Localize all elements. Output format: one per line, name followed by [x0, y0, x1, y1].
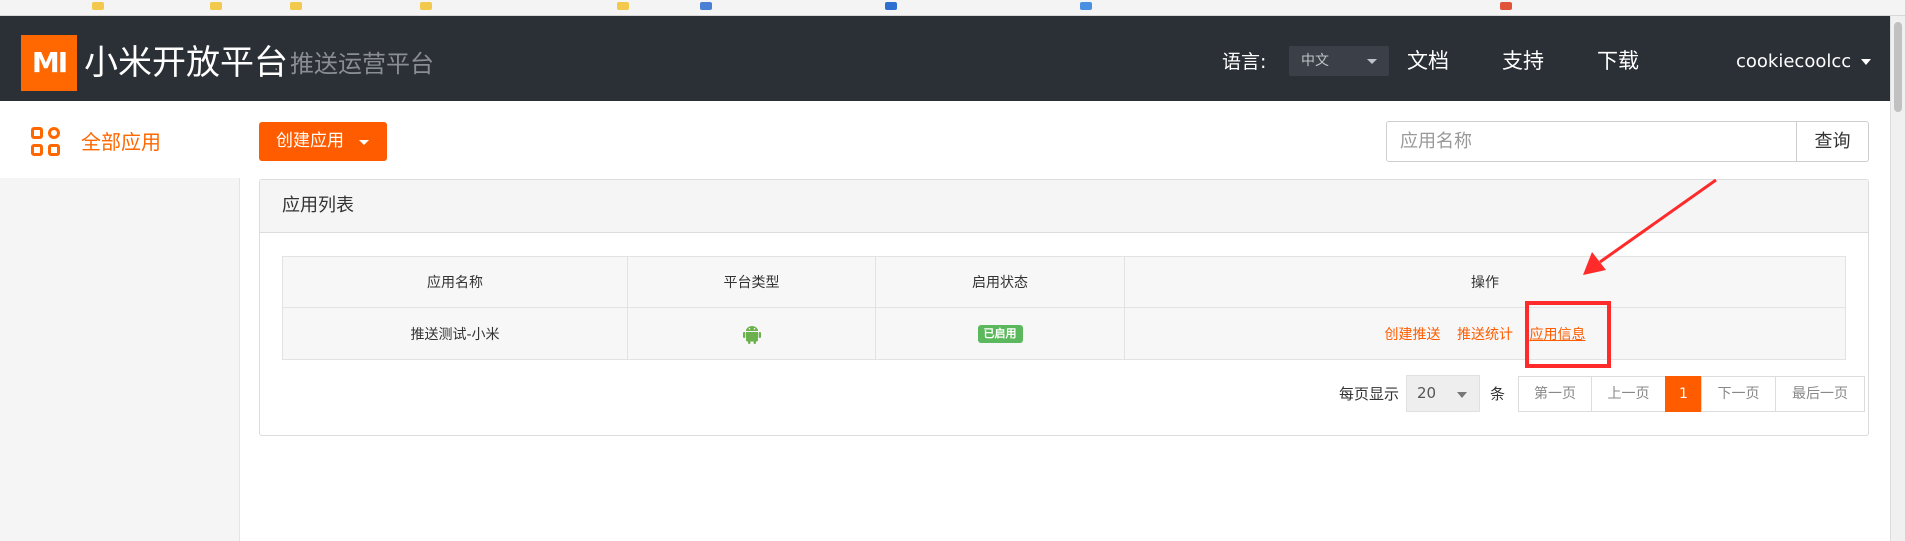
chevron-down-icon — [1861, 59, 1872, 65]
create-push-link[interactable]: 创建推送 — [1385, 327, 1441, 343]
sidebar-item-label: 全部应用 — [81, 130, 161, 154]
app-name-cell: 推送测试-小米 — [282, 307, 628, 360]
sidebar-item-all-apps[interactable]: 全部应用 — [0, 101, 240, 178]
panel-header: 应用列表 — [260, 180, 1868, 233]
table-header-row: 应用名称 平台类型 启用状态 操作 — [282, 256, 1846, 308]
status-badge: 已启用 — [977, 324, 1023, 343]
prev-page-button[interactable]: 上一页 — [1591, 376, 1666, 412]
panel-title: 应用列表 — [282, 195, 354, 216]
bookmark-icon[interactable] — [210, 2, 222, 10]
nav-support[interactable]: 支持 — [1502, 47, 1544, 75]
last-page-button[interactable]: 最后一页 — [1775, 376, 1865, 412]
sub-brand-title: 推送运营平台 — [290, 50, 434, 78]
create-app-label: 创建应用 — [276, 131, 344, 151]
per-page-select[interactable]: 20 — [1406, 375, 1480, 412]
platform-cell — [627, 307, 876, 360]
bookmark-icon[interactable] — [1080, 2, 1092, 10]
bookmark-icon[interactable] — [420, 2, 432, 10]
per-page-unit: 条 — [1490, 385, 1506, 403]
app-name-search-input[interactable] — [1386, 121, 1797, 162]
column-header: 启用状态 — [875, 256, 1125, 308]
page-scrollbar[interactable] — [1890, 16, 1905, 541]
chevron-down-icon — [1457, 392, 1467, 398]
search-button[interactable]: 查询 — [1796, 121, 1869, 162]
bookmark-icon[interactable] — [290, 2, 302, 10]
column-header: 平台类型 — [627, 256, 876, 308]
create-app-button[interactable]: 创建应用 — [259, 122, 387, 161]
chevron-down-icon — [359, 140, 369, 145]
per-page-value: 20 — [1417, 384, 1437, 402]
push-stats-link[interactable]: 推送统计 — [1457, 327, 1513, 343]
next-page-button[interactable]: 下一页 — [1701, 376, 1776, 412]
nav-docs[interactable]: 文档 — [1407, 47, 1449, 75]
bookmark-icon[interactable] — [92, 2, 104, 10]
first-page-button[interactable]: 第一页 — [1518, 376, 1592, 412]
page-1-button[interactable]: 1 — [1665, 376, 1702, 412]
bookmark-icon[interactable] — [885, 2, 897, 10]
per-page-label: 每页显示 — [1339, 385, 1400, 403]
scrollbar-thumb[interactable] — [1894, 22, 1902, 112]
app-table: 应用名称 平台类型 启用状态 操作 推送测试-小米 已启用 创建推送 推送统计 … — [282, 256, 1846, 360]
language-label: 语言: — [1222, 51, 1267, 73]
sidebar: 全部应用 — [0, 101, 240, 541]
mi-logo[interactable]: MI — [21, 35, 77, 91]
bookmark-icon[interactable] — [617, 2, 629, 10]
column-header: 应用名称 — [282, 256, 628, 308]
annotation-highlight-box — [1525, 301, 1611, 368]
android-icon — [742, 324, 761, 344]
language-value: 中文 — [1301, 53, 1329, 69]
brand-title[interactable]: 小米开放平台 — [84, 43, 288, 83]
language-select[interactable]: 中文 — [1289, 46, 1389, 76]
brand-separator: · — [274, 62, 279, 78]
pagination: 第一页 上一页 1 下一页 最后一页 — [1518, 376, 1865, 412]
nav-download[interactable]: 下载 — [1597, 47, 1639, 75]
actions-cell: 创建推送 推送统计 应用信息 — [1124, 307, 1846, 360]
browser-bookmark-bar — [0, 0, 1905, 16]
bookmark-icon[interactable] — [1500, 2, 1512, 10]
table-row: 推送测试-小米 已启用 创建推送 推送统计 应用信息 — [282, 307, 1846, 360]
username: cookiecoolcc — [1736, 51, 1852, 72]
bookmark-icon[interactable] — [700, 2, 712, 10]
grid-apps-icon — [31, 127, 61, 157]
column-header: 操作 — [1124, 256, 1846, 308]
chevron-down-icon — [1367, 59, 1377, 64]
top-header: MI 小米开放平台 · 推送运营平台 语言: 中文 文档 支持 下载 cooki… — [0, 16, 1890, 101]
user-menu[interactable]: cookiecoolcc — [1736, 49, 1872, 75]
status-cell: 已启用 — [875, 307, 1125, 360]
